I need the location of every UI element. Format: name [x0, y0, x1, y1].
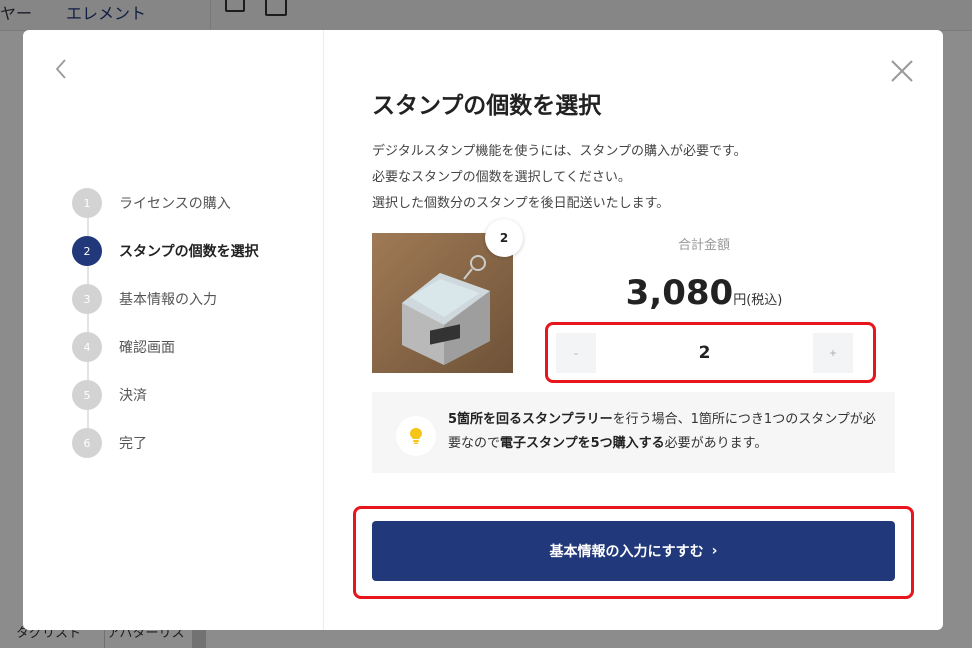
step-item-6: 6 完了 — [72, 427, 147, 459]
total-label: 合計金額 — [677, 238, 730, 253]
step-number: 4 — [72, 332, 102, 362]
step-label: 決済 — [119, 388, 147, 404]
lightbulb-icon — [396, 416, 436, 456]
step-label: ライセンスの購入 — [119, 196, 231, 212]
step-item-4: 4 確認画面 — [72, 331, 175, 363]
total-price: 3,080円(税込) — [544, 273, 864, 313]
note-bold-1: 5箇所を回るスタンプラリー — [448, 412, 613, 427]
step-sidebar: 1 ライセンスの購入 2 スタンプの個数を選択 3 基本情報の入力 4 確認画面… — [23, 30, 324, 630]
step-number: 5 — [72, 380, 102, 410]
step-number: 2 — [72, 236, 102, 266]
note-text: 5箇所を回るスタンプラリーを行う場合、1箇所につき1つのスタンプが必要なので電子… — [448, 408, 878, 456]
step-label: 基本情報の入力 — [119, 292, 217, 308]
price-unit: 円(税込) — [733, 293, 783, 308]
step-label: スタンプの個数を選択 — [119, 244, 259, 260]
close-icon[interactable] — [889, 58, 915, 84]
info-note: 5箇所を回るスタンプラリーを行う場合、1箇所につき1つのスタンプが必要なので電子… — [372, 392, 895, 473]
note-bold-2: 電子スタンプを5つ購入する — [500, 436, 665, 451]
purchase-modal: 1 ライセンスの購入 2 スタンプの個数を選択 3 基本情報の入力 4 確認画面… — [23, 30, 943, 630]
description-line: デジタルスタンプ機能を使うには、スタンプの購入が必要です。 — [372, 144, 747, 159]
step-item-3: 3 基本情報の入力 — [72, 283, 217, 315]
step-number: 6 — [72, 428, 102, 458]
description-line: 必要なスタンプの個数を選択してください。 — [372, 170, 631, 185]
back-arrow-icon[interactable] — [51, 58, 73, 80]
step-label: 確認画面 — [119, 340, 175, 356]
quantity-badge: 2 — [485, 219, 523, 257]
step-label: 完了 — [119, 436, 147, 452]
stamp-product-image — [372, 233, 513, 373]
step-number: 3 — [72, 284, 102, 314]
page-title: スタンプの個数を選択 — [372, 93, 602, 119]
description-line: 選択した個数分のスタンプを後日配送いたします。 — [372, 196, 670, 211]
step-item-1: 1 ライセンスの購入 — [72, 187, 231, 219]
next-button-highlight-frame — [353, 506, 914, 599]
note-text-4: 必要があります。 — [664, 436, 768, 451]
quantity-highlight-frame — [545, 322, 876, 383]
price-value: 3,080 — [625, 273, 734, 313]
step-item-2: 2 スタンプの個数を選択 — [72, 235, 259, 267]
step-item-5: 5 決済 — [72, 379, 147, 411]
step-number: 1 — [72, 188, 102, 218]
